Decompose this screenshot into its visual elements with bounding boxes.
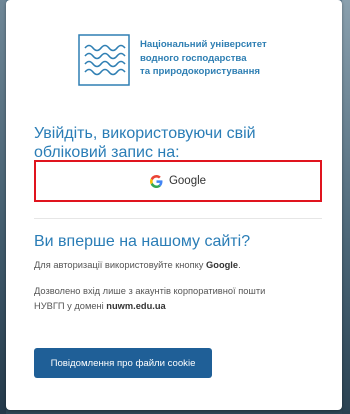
cookie-notice-button[interactable]: Повідомлення про файли cookie — [34, 348, 212, 378]
university-logo: Національний університет водного господа… — [78, 34, 288, 86]
waves-logo-icon — [78, 34, 130, 86]
first-time-title: Ви вперше на нашому сайті? — [34, 233, 251, 250]
background-right — [342, 0, 350, 414]
signin-title-line1: Увійдіть, використовуючи свій — [34, 125, 256, 142]
google-signin-button[interactable]: Google — [34, 160, 322, 202]
domain-notice: Дозволено вхід лише з акаунтів корпорати… — [34, 284, 324, 314]
auth-hint-google: Google — [206, 260, 239, 270]
domain-notice-prefix: НУВГП у домені — [34, 301, 107, 311]
domain-notice-line2: НУВГП у домені nuwm.edu.ua — [34, 299, 324, 314]
university-name-line2: водного господарства — [140, 52, 247, 64]
auth-hint-prefix: Для авторизації використовуйте кнопку — [34, 260, 207, 270]
auth-hint-suffix: . — [238, 260, 241, 270]
signin-title: Увійдіть, використовуючи свій обліковий … — [34, 124, 314, 162]
university-name-line3: та природокористування — [140, 66, 260, 77]
auth-hint: Для авторизації використовуйте кнопку Go… — [34, 258, 324, 272]
section-divider — [34, 218, 322, 219]
login-card: Національний університет водного господа… — [6, 0, 342, 410]
university-name: Національний університет водного господа… — [140, 38, 290, 79]
domain-name: nuwm.edu.ua — [106, 301, 166, 311]
university-name-line1: Національний університет — [140, 39, 267, 50]
google-g-icon — [149, 174, 163, 188]
google-button-label: Google — [168, 175, 207, 187]
domain-notice-line1: Дозволено вхід лише з акаунтів корпорати… — [34, 286, 266, 296]
